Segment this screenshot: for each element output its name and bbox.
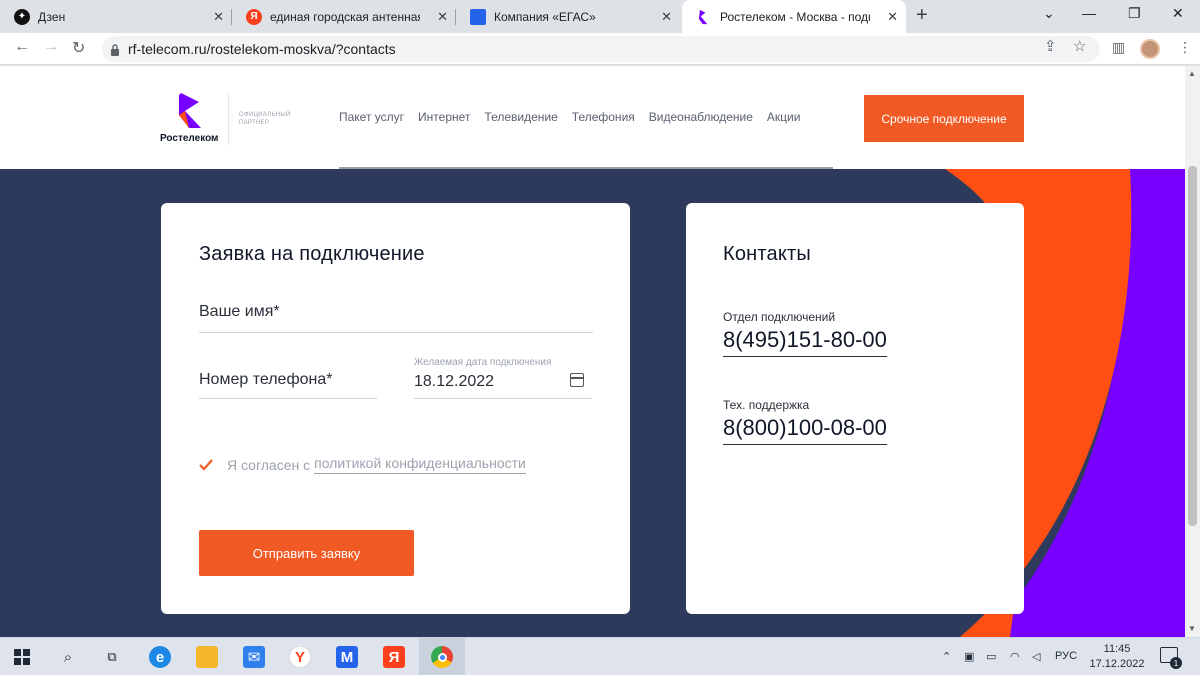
contact-label: Тех. поддержка (723, 398, 810, 412)
chrome-icon[interactable] (431, 646, 453, 668)
submit-request-button[interactable]: Отправить заявку (199, 530, 414, 576)
menu-item-telephony[interactable]: Телефония (572, 110, 635, 124)
name-placeholder: Ваше имя* (199, 303, 280, 320)
form-title: Заявка на подключение (199, 243, 425, 265)
new-tab-icon[interactable]: + (916, 4, 928, 27)
clock-date: 17.12.2022 (1089, 658, 1145, 670)
clock-time: 11:45 (1103, 643, 1131, 655)
scroll-up-icon[interactable]: ▲ (1188, 69, 1196, 78)
edge-icon[interactable]: e (149, 646, 171, 668)
close-icon[interactable]: ✕ (661, 9, 672, 25)
rostelecom-icon (696, 9, 712, 25)
main-menu: Пакет услуг Интернет Телевидение Телефон… (339, 110, 800, 124)
name-input[interactable]: Ваше имя* (199, 298, 593, 333)
restore-icon[interactable]: ❐ (1128, 5, 1141, 22)
phone-placeholder: Номер телефона* (199, 371, 333, 388)
tab-title: Компания «ЕГАС» (494, 9, 596, 24)
consent-checkbox[interactable] (199, 458, 213, 472)
url-text: rf-telecom.ru/rostelekom-moskva/?contact… (128, 41, 396, 57)
contact-phone-link[interactable]: 8(800)100-08-00 (723, 415, 887, 445)
side-panel-icon[interactable]: ▥ (1112, 39, 1125, 56)
official-partner-label: ОФИЦИАЛЬНЫЙ ПАРТНЕР (239, 112, 291, 126)
egas-icon (470, 8, 486, 25)
consent-text: Я согласен с (227, 456, 311, 473)
meet-now-icon[interactable]: ▣ (964, 650, 974, 663)
bookmark-star-icon[interactable]: ☆ (1073, 37, 1086, 55)
browser-toolbar: ← → ↻ rf-telecom.ru/rostelekom-moskva/?c… (0, 33, 1200, 65)
windows-start-icon[interactable] (11, 646, 33, 668)
contacts-title: Контакты (723, 243, 811, 265)
language-indicator[interactable]: РУС (1055, 650, 1077, 662)
rostelecom-logo-icon[interactable] (179, 93, 201, 128)
app-icon[interactable]: M (336, 646, 358, 668)
date-input[interactable]: Желаемая дата подключения 18.12.2022 (414, 357, 592, 399)
menu-item-internet[interactable]: Интернет (418, 110, 470, 124)
windows-taskbar: ⌕ ⧉ e ✉ Y M Я ⌃ ▣ ▭ ◠ ◁ РУС 11:45 17.12.… (0, 637, 1200, 675)
menu-item-tv[interactable]: Телевидение (484, 110, 557, 124)
phone-input[interactable]: Номер телефона* (199, 363, 377, 399)
tab-search-icon[interactable]: ⌄ (1043, 5, 1055, 22)
privacy-policy-link[interactable]: политикой конфиденциальности (314, 455, 526, 474)
back-icon[interactable]: ← (14, 38, 30, 56)
tab-title: Ростелеком - Москва - подключение (720, 9, 870, 24)
menu-underline (339, 167, 833, 169)
menu-item-promotions[interactable]: Акции (767, 110, 801, 124)
browser-tab-strip: ✦ Дзен ✕ Я единая городская антенная слу… (0, 0, 1200, 33)
close-icon[interactable]: ✕ (213, 9, 224, 25)
browser-tab-rostelecom[interactable]: Ростелеком - Москва - подключение ✕ (682, 0, 906, 33)
yandex-icon: Я (246, 8, 262, 25)
tab-title: Дзен (38, 9, 66, 24)
close-icon[interactable]: ✕ (437, 9, 448, 25)
wifi-icon[interactable]: ◠ (1010, 650, 1020, 663)
notification-count: 1 (1170, 657, 1182, 669)
address-bar[interactable]: rf-telecom.ru/rostelekom-moskva/?contact… (102, 36, 1100, 62)
clock[interactable]: 11:45 17.12.2022 (1088, 642, 1146, 672)
task-view-icon[interactable]: ⧉ (101, 646, 123, 668)
file-explorer-icon[interactable] (196, 646, 218, 668)
site-header: Ростелеком ОФИЦИАЛЬНЫЙ ПАРТНЕР Пакет усл… (0, 66, 1185, 169)
contact-phone-link[interactable]: 8(495)151-80-00 (723, 327, 887, 357)
contacts-card: Контакты Отдел подключений 8(495)151-80-… (686, 203, 1024, 614)
yandex-browser-icon[interactable]: Y (289, 646, 311, 668)
logo-text: Ростелеком (160, 133, 219, 144)
volume-icon[interactable]: ◁ (1032, 650, 1040, 663)
share-icon[interactable]: ⇪ (1044, 37, 1057, 55)
calendar-icon[interactable] (570, 373, 584, 387)
tab-title: единая городская антенная служба (270, 9, 420, 24)
page-viewport: Ростелеком ОФИЦИАЛЬНЫЙ ПАРТНЕР Пакет усл… (0, 66, 1185, 637)
reload-icon[interactable]: ↻ (72, 38, 85, 58)
minimize-icon[interactable]: — (1082, 5, 1096, 21)
connection-request-card: Заявка на подключение Ваше имя* Номер те… (161, 203, 630, 614)
page-scrollbar[interactable]: ▲ ▼ (1185, 66, 1200, 637)
browser-tab-yandex[interactable]: Я единая городская антенная служба ✕ (232, 0, 456, 33)
chevron-up-icon[interactable]: ⌃ (942, 650, 951, 663)
browser-tab-dzen[interactable]: ✦ Дзен ✕ (0, 0, 232, 33)
close-icon[interactable]: ✕ (887, 9, 898, 25)
yandex-icon[interactable]: Я (383, 646, 405, 668)
menu-kebab-icon[interactable]: ⋮ (1178, 39, 1192, 56)
urgent-connection-button[interactable]: Срочное подключение (864, 95, 1024, 142)
window-close-icon[interactable]: ✕ (1172, 5, 1184, 22)
browser-tab-egas[interactable]: Компания «ЕГАС» ✕ (456, 0, 680, 33)
date-label: Желаемая дата подключения (414, 357, 552, 368)
menu-item-video-surveillance[interactable]: Видеонаблюдение (649, 110, 753, 124)
dzen-icon: ✦ (14, 8, 30, 25)
scroll-down-icon[interactable]: ▼ (1188, 624, 1196, 633)
scroll-thumb[interactable] (1188, 166, 1197, 526)
search-icon[interactable]: ⌕ (57, 646, 79, 668)
forward-icon[interactable]: → (43, 38, 59, 56)
contact-label: Отдел подключений (723, 310, 836, 324)
profile-avatar[interactable] (1140, 39, 1160, 59)
mail-icon[interactable]: ✉ (243, 646, 265, 668)
lock-icon[interactable] (110, 43, 120, 56)
menu-item-packages[interactable]: Пакет услуг (339, 110, 404, 124)
date-value: 18.12.2022 (414, 373, 495, 390)
logo-divider (228, 93, 229, 145)
consent-row: Я согласен с политикой конфиденциальност… (199, 455, 526, 474)
battery-icon[interactable]: ▭ (986, 650, 996, 663)
